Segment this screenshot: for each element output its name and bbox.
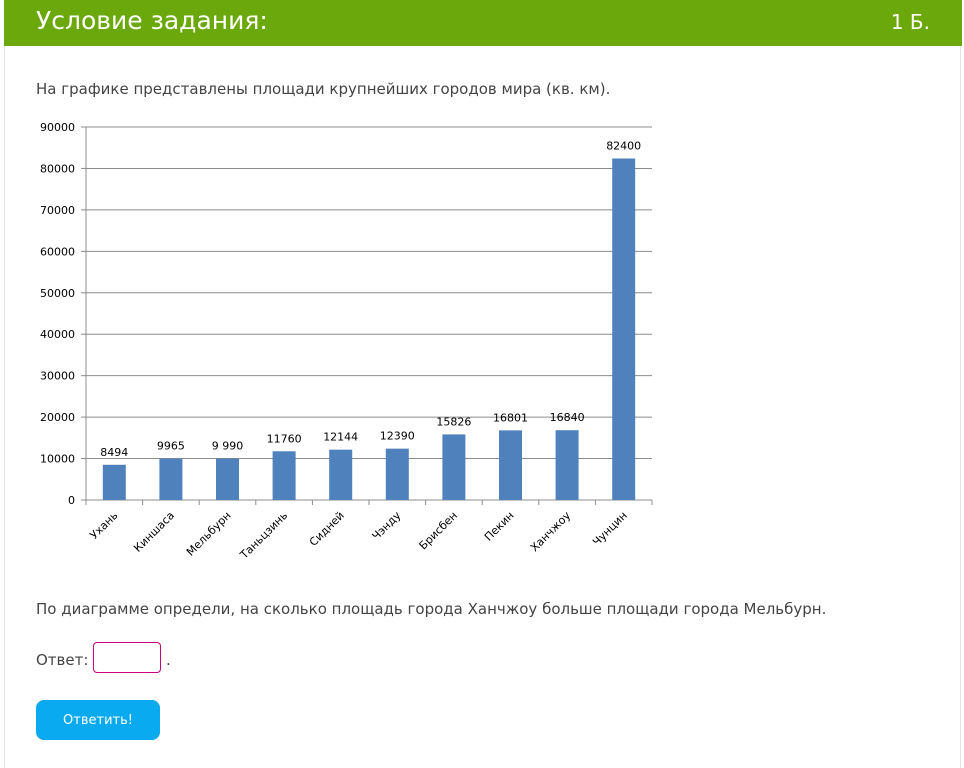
- task-score: 1 Б.: [890, 10, 930, 34]
- y-tick-label: 70000: [40, 204, 75, 217]
- bar-value-label: 12144: [323, 431, 358, 444]
- category-label: Сидней: [307, 509, 347, 549]
- bar-value-label: 16840: [550, 411, 585, 424]
- bar: [216, 458, 239, 500]
- bar: [385, 448, 409, 500]
- bar: [612, 158, 636, 500]
- y-tick-label: 10000: [40, 453, 75, 466]
- bar-chart-svg: 0 10000 20000 30000 40000 50000 60000 70000 8000…: [40, 121, 653, 562]
- content-border-right: [960, 46, 961, 768]
- answer-label: Ответ:: [36, 651, 89, 669]
- bar: [442, 434, 466, 500]
- bar: [272, 451, 296, 500]
- bar-value-label: 8494: [100, 446, 128, 459]
- category-label: Таньцзинь: [237, 509, 290, 562]
- category-label: Ханчжоу: [528, 509, 574, 555]
- bar-value-label: 9 990: [212, 440, 244, 453]
- bar: [102, 464, 126, 500]
- category-label: Киншаса: [131, 509, 177, 555]
- bar: [329, 449, 353, 500]
- category-label: Брисбен: [417, 509, 460, 552]
- bar-value-label: 15826: [436, 415, 471, 428]
- category-label: Ухань: [87, 509, 120, 542]
- y-tick-label: 30000: [40, 370, 75, 383]
- category-label: Мельбурн: [184, 509, 234, 559]
- y-tick-label: 20000: [40, 411, 75, 424]
- answer-suffix: .: [166, 651, 171, 669]
- category-label: Чунцин: [590, 509, 630, 549]
- bar: [159, 458, 183, 500]
- y-tick-label: 80000: [40, 162, 75, 175]
- y-tick-label: 50000: [40, 287, 75, 300]
- task-text: По диаграмме определи, на сколько площад…: [36, 600, 827, 618]
- submit-button[interactable]: Ответить!: [36, 700, 160, 740]
- y-tick-label: 90000: [40, 121, 75, 134]
- y-tick-label: 60000: [40, 245, 75, 258]
- bar-value-label: 11760: [267, 432, 302, 445]
- answer-input[interactable]: [93, 642, 161, 673]
- bar: [555, 430, 579, 500]
- bar-value-label: 82400: [606, 139, 641, 152]
- bar-value-label: 9965: [157, 440, 185, 453]
- y-tick-label: 0: [68, 494, 75, 507]
- y-tick-label: 40000: [40, 328, 75, 341]
- bar-value-label: 12390: [380, 430, 415, 443]
- bar: [499, 430, 522, 500]
- category-label: Чэнду: [370, 509, 404, 543]
- bar-value-label: 16801: [493, 411, 528, 424]
- category-label: Пекин: [482, 509, 517, 544]
